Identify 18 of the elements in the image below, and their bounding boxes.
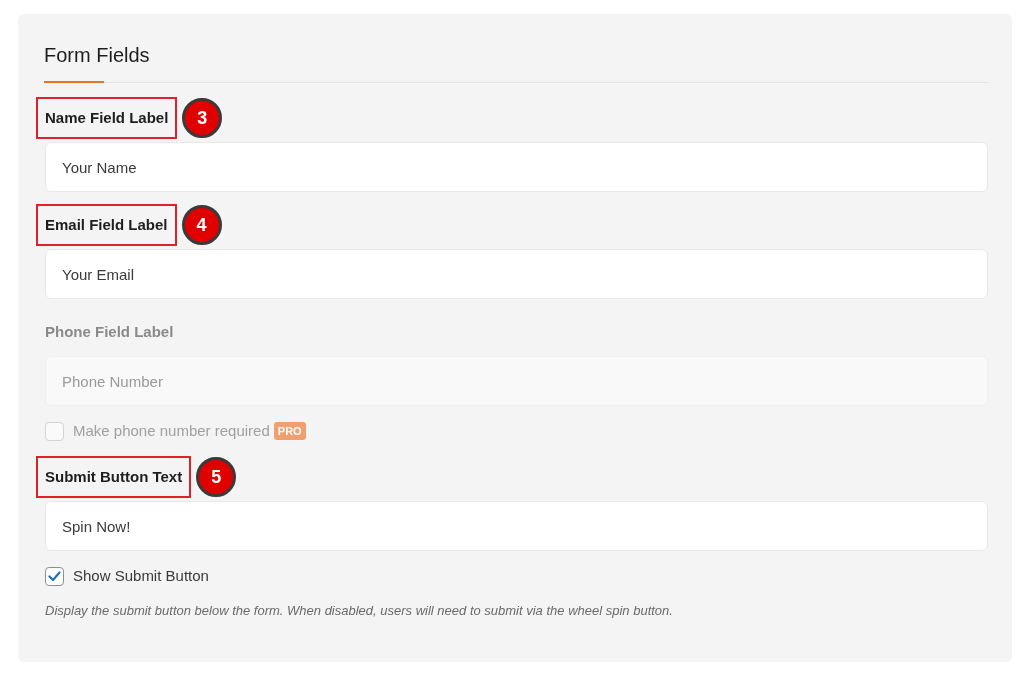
field-label: Name Field Label [36, 97, 178, 139]
callout-number-badge: 5 [196, 457, 237, 497]
callout-number-badge: 4 [181, 205, 222, 245]
text-input-field[interactable]: Your Name [45, 142, 988, 192]
help-text: Display the submit button below the form. When disabled, users will need to submit via the wheel spin button. [45, 602, 674, 620]
callout-number-badge: 3 [182, 98, 223, 138]
title-underline-accent [44, 81, 104, 83]
field-label: Email Field Label [36, 204, 177, 246]
checkbox[interactable] [45, 566, 64, 586]
text-input-field[interactable]: Spin Now! [45, 501, 988, 551]
checkbox-label: Make phone number required [73, 420, 270, 441]
pro-badge: PRO [273, 421, 306, 441]
field-label: Submit Button Text [36, 456, 192, 498]
text-input-field[interactable]: Your Email [45, 249, 988, 299]
field-label: Phone Field Label [45, 321, 174, 342]
checkmark-icon [48, 570, 61, 582]
checkbox-label: Show Submit Button [73, 565, 209, 586]
section-title: Form Fields [44, 44, 151, 66]
